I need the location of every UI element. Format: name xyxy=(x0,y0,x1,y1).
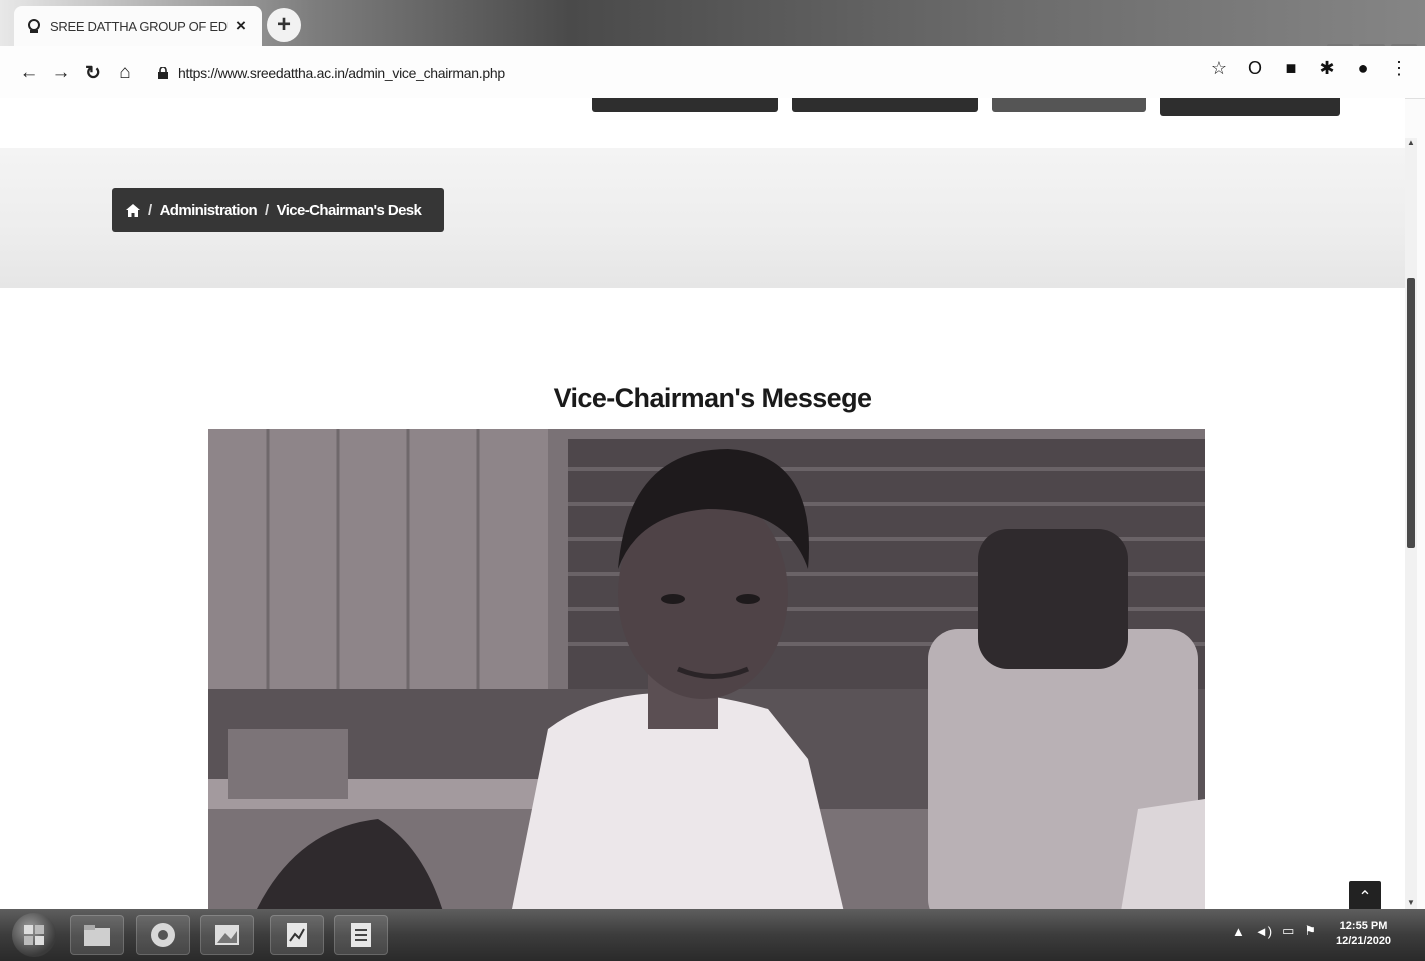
profile-avatar-icon[interactable]: ● xyxy=(1354,58,1372,79)
clock-date: 12/21/2020 xyxy=(1336,935,1392,947)
folder-icon xyxy=(84,925,110,946)
extension-o-icon[interactable]: O xyxy=(1246,58,1264,79)
browser-menu-icon[interactable]: ⋮ xyxy=(1390,58,1408,79)
browser-tab-bar: SREE DATTHA GROUP OF EDUC/ × + xyxy=(0,0,1425,46)
word-document-icon xyxy=(351,923,371,947)
system-tray: ▲ ◄) ▭ ⚑ xyxy=(1232,923,1316,939)
forward-button[interactable]: → xyxy=(48,60,74,86)
breadcrumb-separator: / xyxy=(148,201,152,219)
chart-document-icon xyxy=(287,923,307,947)
taskbar-app-button[interactable] xyxy=(270,915,324,955)
clock-time: 12:55 PM xyxy=(1339,920,1388,932)
page-scrollbar[interactable]: ▲ ▼ xyxy=(1405,138,1417,910)
lock-icon xyxy=(158,67,168,79)
taskbar-explorer-button[interactable] xyxy=(70,915,124,955)
site-nav-menu xyxy=(592,98,1340,116)
extension-icons: ☆ O ■ ✱ ● ⋮ xyxy=(1210,58,1408,79)
nav-menu-item[interactable] xyxy=(992,98,1146,112)
bookmark-star-icon[interactable]: ☆ xyxy=(1210,58,1228,79)
taskbar-word-button[interactable] xyxy=(334,915,388,955)
extensions-puzzle-icon[interactable]: ✱ xyxy=(1318,58,1336,79)
scroll-up-arrow-icon[interactable]: ▲ xyxy=(1405,138,1417,150)
image-viewer-icon xyxy=(215,925,239,945)
nav-menu-item[interactable] xyxy=(592,98,778,112)
address-bar[interactable]: https://www.sreedattha.ac.in/admin_vice_… xyxy=(158,60,505,86)
url-text[interactable]: https://www.sreedattha.ac.in/admin_vice_… xyxy=(178,65,505,81)
back-to-top-button[interactable]: ⌃ xyxy=(1349,881,1381,910)
taskbar-pictures-button[interactable] xyxy=(200,915,254,955)
action-center-flag-icon[interactable]: ⚑ xyxy=(1304,923,1316,939)
extension-square-icon[interactable]: ■ xyxy=(1282,58,1300,79)
network-icon[interactable]: ▭ xyxy=(1282,923,1294,939)
back-button[interactable]: ← xyxy=(16,60,42,86)
browser-tab[interactable]: SREE DATTHA GROUP OF EDUC/ × xyxy=(14,6,262,46)
nav-menu-item[interactable] xyxy=(1160,98,1340,116)
breadcrumb-current: Vice-Chairman's Desk xyxy=(276,201,422,219)
site-favicon-icon xyxy=(28,19,40,33)
show-hidden-icons-icon[interactable]: ▲ xyxy=(1232,924,1245,939)
chrome-icon xyxy=(151,923,175,947)
windows-logo-icon xyxy=(24,925,44,945)
new-tab-button[interactable]: + xyxy=(267,8,301,42)
tab-close-icon[interactable]: × xyxy=(236,16,246,36)
nav-menu-item[interactable] xyxy=(792,98,978,112)
vice-chairman-photo xyxy=(208,429,1205,910)
reload-button[interactable]: ↻ xyxy=(80,60,106,86)
breadcrumb: / Administration / Vice-Chairman's Desk xyxy=(112,188,444,232)
breadcrumb-administration[interactable]: Administration xyxy=(160,202,258,219)
windows-taskbar: ▲ ◄) ▭ ⚑ 12:55 PM 12/21/2020 xyxy=(0,909,1425,961)
taskbar-clock[interactable]: 12:55 PM 12/21/2020 xyxy=(1336,919,1391,949)
start-button[interactable] xyxy=(12,913,56,957)
page-title: Vice-Chairman's Messege xyxy=(553,383,872,413)
home-button[interactable]: ⌂ xyxy=(112,60,138,86)
volume-icon[interactable]: ◄) xyxy=(1255,924,1272,939)
tab-title: SREE DATTHA GROUP OF EDUC/ xyxy=(50,18,228,34)
taskbar-chrome-button[interactable] xyxy=(136,915,190,955)
page-viewport: / Administration / Vice-Chairman's Desk … xyxy=(0,98,1405,910)
scroll-thumb[interactable] xyxy=(1407,278,1415,548)
home-icon[interactable] xyxy=(126,203,140,217)
breadcrumb-separator: / xyxy=(265,201,269,219)
